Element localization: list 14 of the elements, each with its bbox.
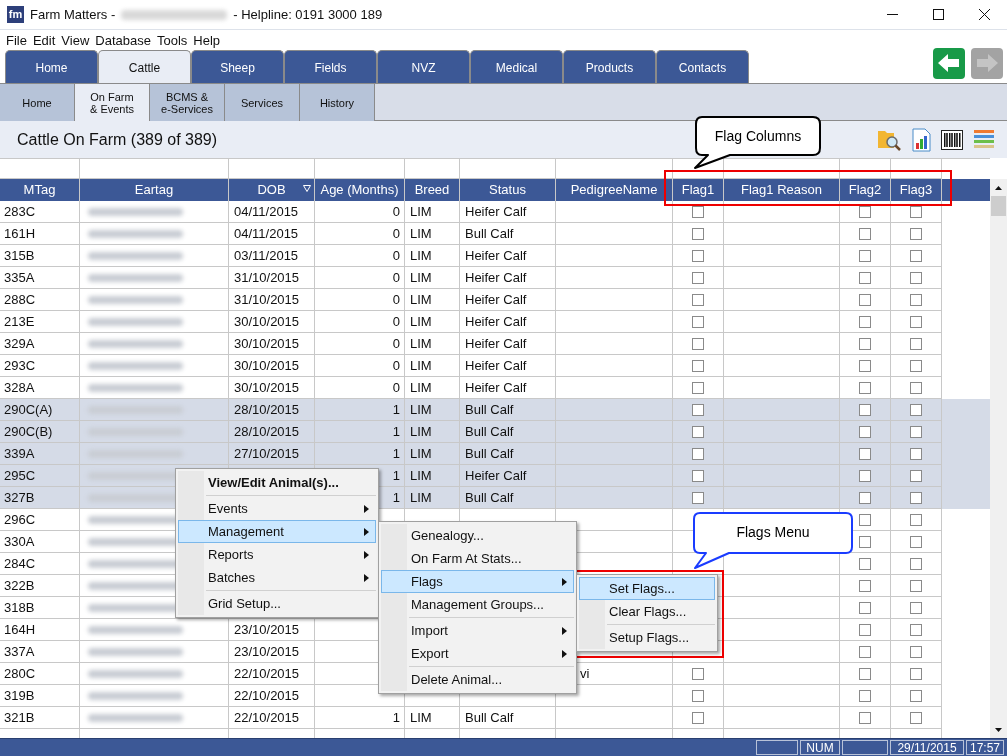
callout-tooltip: Flag Columns [694, 116, 822, 170]
callout-tooltip: Flags Menu [692, 512, 854, 570]
window-title: Farm Matters - [30, 5, 116, 24]
status-panel: NUM [800, 740, 840, 755]
app-logo: fm [7, 6, 24, 23]
table-cell: 1 [315, 707, 405, 729]
page-heading: Cattle On Farm (389 of 389) [17, 129, 218, 150]
status-panel: 17:57 [966, 740, 1004, 755]
table-cell: 321B [0, 707, 80, 729]
table-cell: 22/10/2015 [229, 707, 315, 729]
status-panel: 29/11/2015 [890, 740, 964, 755]
table-cell: Bull Calf [460, 707, 556, 729]
window-title: - Helpline: 0191 3000 189 [233, 5, 383, 24]
table-cell: LIM [405, 707, 460, 729]
